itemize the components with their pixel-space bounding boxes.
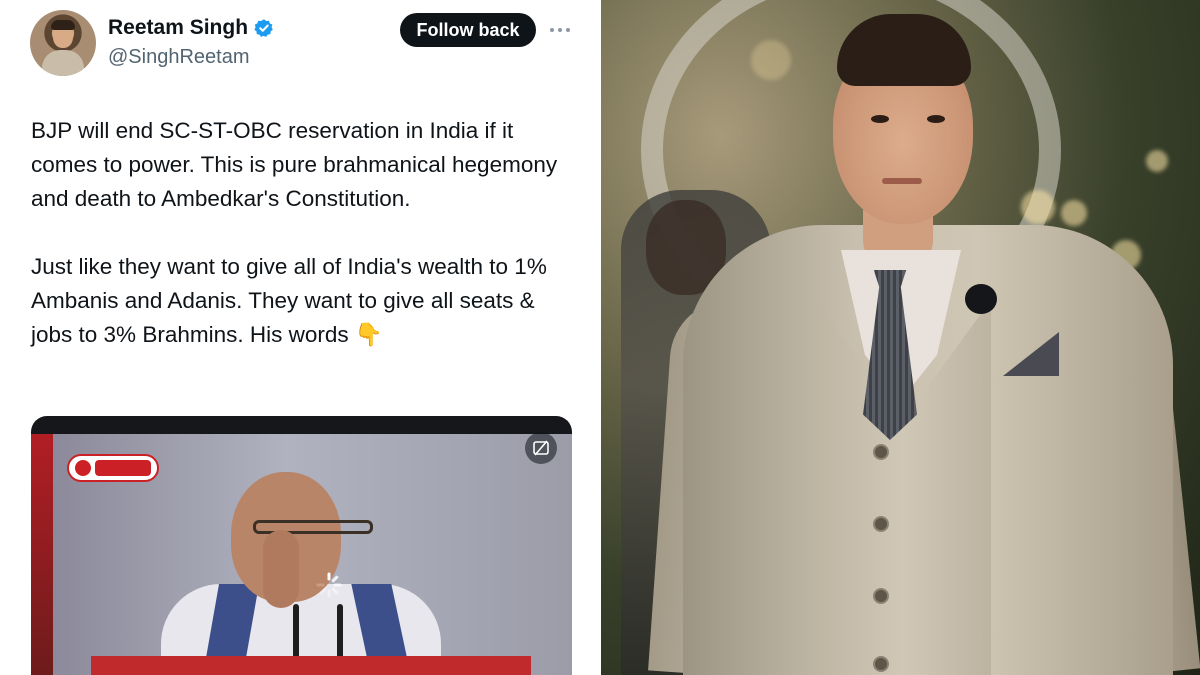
author-name-row: Reetam Singh [108,16,274,40]
more-horizontal-icon[interactable] [548,20,572,40]
waistcoat-button [873,588,889,604]
gif-off-icon[interactable] [525,432,557,464]
bokeh-light [1061,200,1087,226]
bokeh-light [751,40,791,80]
boutonniere-flower [965,284,997,314]
author-handle[interactable]: @SinghReetam [108,46,249,69]
bokeh-light [1146,150,1168,172]
follow-back-button[interactable]: Follow back [400,13,536,47]
avatar-hair [51,20,75,30]
waistcoat-button [873,444,889,460]
podium-banner [91,656,531,675]
subject-right-eye [927,115,945,123]
waistcoat-button [873,656,889,672]
avatar-suit [42,50,84,76]
tweet-card: Reetam Singh @SinghReetam Follow back BJ… [0,0,600,675]
bokeh-light [1021,190,1055,224]
video-frame [31,434,572,675]
tweet-text: BJP will end SC-ST-OBC reservation in In… [31,118,558,347]
author-avatar[interactable] [30,10,96,76]
subject-left-eye [871,115,889,123]
tweet-body: BJP will end SC-ST-OBC reservation in In… [31,114,576,352]
verified-badge-icon [254,18,274,38]
spinner-icon [316,572,342,598]
subject-mouth [882,178,922,184]
video-left-strip [31,434,53,675]
channel-logo-icon [67,454,159,482]
author-display-name[interactable]: Reetam Singh [108,16,248,40]
pointing-down-emoji: 👇 [354,322,383,347]
portrait-photo [601,0,1200,675]
tweet-video[interactable] [31,416,572,675]
waistcoat-button [873,516,889,532]
speaker-raised-hand [263,530,299,608]
